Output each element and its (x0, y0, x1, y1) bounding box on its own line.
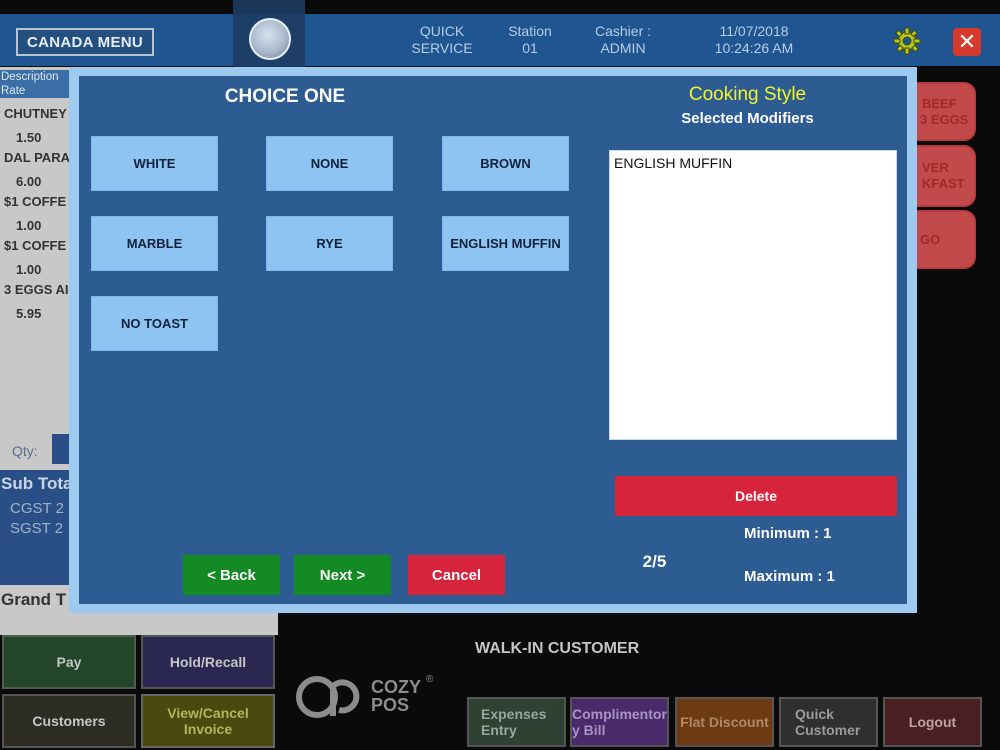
grand-total-label: Grand T (1, 590, 67, 609)
view-cancel-line1: View/Cancel (167, 705, 249, 721)
customer-name: WALK-IN CUSTOMER (475, 640, 640, 657)
service-mode: QUICK SERVICE (402, 23, 482, 57)
order-item-rate: 5.95 (16, 306, 42, 321)
menu-item-line2: 3 EGGS (920, 112, 969, 127)
time-text: 10:24:26 AM (714, 40, 794, 56)
modifier-group-title: Cooking Style (688, 84, 807, 105)
quick-customer-line2: Customer (795, 722, 861, 738)
quick-customer-button[interactable]: Quick Customer (779, 697, 878, 747)
sgst-label: SGST 2 (10, 520, 64, 537)
order-item-name[interactable]: DAL PARA (4, 150, 70, 165)
cancel-button[interactable]: Cancel (408, 555, 505, 595)
order-item-name[interactable]: $1 COFFE (4, 238, 66, 253)
pay-button[interactable]: Pay (2, 635, 136, 689)
hold-recall-button[interactable]: Hold/Recall (141, 635, 275, 689)
menu-selector-button[interactable]: CANADA MENU (16, 28, 154, 56)
complimentary-line1: Complimentor (572, 706, 667, 722)
option-rye[interactable]: RYE (266, 216, 393, 271)
page-indicator: 2/5 (642, 552, 667, 571)
order-item-name[interactable]: 3 EGGS AI (4, 282, 69, 297)
order-item-rate: 6.00 (16, 174, 42, 189)
minimum-label: Minimum : 1 (744, 525, 832, 542)
order-item-rate: 1.00 (16, 218, 42, 233)
logo-text-line1: COZY (371, 677, 422, 697)
close-icon[interactable]: ✕ (953, 28, 981, 56)
option-no-toast[interactable]: NO TOAST (91, 296, 218, 351)
menu-item-line2: KFAST (922, 176, 965, 191)
order-item-name[interactable]: CHUTNEY (4, 106, 67, 121)
selected-modifiers-heading: Selected Modifiers (681, 110, 814, 127)
station-info: Station 01 (495, 23, 565, 57)
cashier-info: Cashier : ADMIN (582, 23, 664, 57)
subtotal-label: Sub Tota (1, 474, 73, 493)
view-cancel-line2: Invoice (183, 721, 233, 737)
logout-button[interactable]: Logout (883, 697, 982, 747)
quick-customer-line1: Quick (795, 706, 834, 722)
cgst-label: CGST 2 (10, 500, 64, 517)
selected-modifier-item[interactable]: ENGLISH MUFFIN (614, 155, 732, 171)
order-list-header: Description Rate (0, 70, 73, 98)
rate-header: Rate (1, 85, 26, 97)
expenses-line1: Expenses (481, 706, 547, 722)
qty-label: Qty: (12, 443, 38, 459)
complimentary-bill-button[interactable]: Complimentor y Bill (570, 697, 669, 747)
order-item-name[interactable]: $1 COFFE (4, 194, 66, 209)
option-white[interactable]: WHITE (91, 136, 218, 191)
expenses-entry-button[interactable]: Expenses Entry (467, 697, 566, 747)
settings-gear-icon[interactable] (893, 27, 921, 55)
menu-item-line1: GO (920, 232, 941, 247)
back-button[interactable]: < Back (183, 555, 280, 595)
service-mode-line1: QUICK (419, 23, 465, 39)
option-english-muffin[interactable]: ENGLISH MUFFIN (442, 216, 569, 271)
choice-title: CHOICE ONE (224, 86, 346, 107)
selected-modifiers-list (609, 150, 897, 440)
station-number: 01 (522, 40, 538, 56)
cozypos-logo-icon (296, 676, 360, 718)
menu-item-line1: VER (922, 160, 949, 175)
order-item-rate: 1.00 (16, 262, 42, 277)
service-mode-line2: SERVICE (411, 40, 473, 56)
flat-discount-button[interactable]: Flat Discount (675, 697, 774, 747)
logo-text-line2: POS (371, 695, 410, 715)
expenses-line2: Entry (481, 722, 517, 738)
option-brown[interactable]: BROWN (442, 136, 569, 191)
datetime: 11/07/2018 10:24:26 AM (700, 23, 808, 57)
menu-item-line1: BEEF (922, 96, 957, 111)
order-item-rate: 1.50 (16, 130, 42, 145)
delete-button[interactable]: Delete (615, 476, 897, 516)
maximum-label: Maximum : 1 (744, 568, 835, 585)
description-header: Description (1, 71, 59, 83)
cozypos-logo: COZY POS ® (295, 672, 435, 722)
home-button[interactable] (249, 18, 291, 60)
view-cancel-invoice-button[interactable]: View/Cancel Invoice (141, 694, 275, 748)
logo-registered-mark: ® (426, 674, 434, 685)
cashier-name: ADMIN (600, 40, 646, 56)
complimentary-line2: y Bill (572, 722, 606, 738)
customers-button[interactable]: Customers (2, 694, 136, 748)
next-button[interactable]: Next > (294, 555, 391, 595)
station-label: Station (508, 23, 552, 39)
option-marble[interactable]: MARBLE (91, 216, 218, 271)
cashier-label: Cashier : (594, 23, 652, 39)
date-text: 11/07/2018 (719, 23, 789, 39)
option-none[interactable]: NONE (266, 136, 393, 191)
